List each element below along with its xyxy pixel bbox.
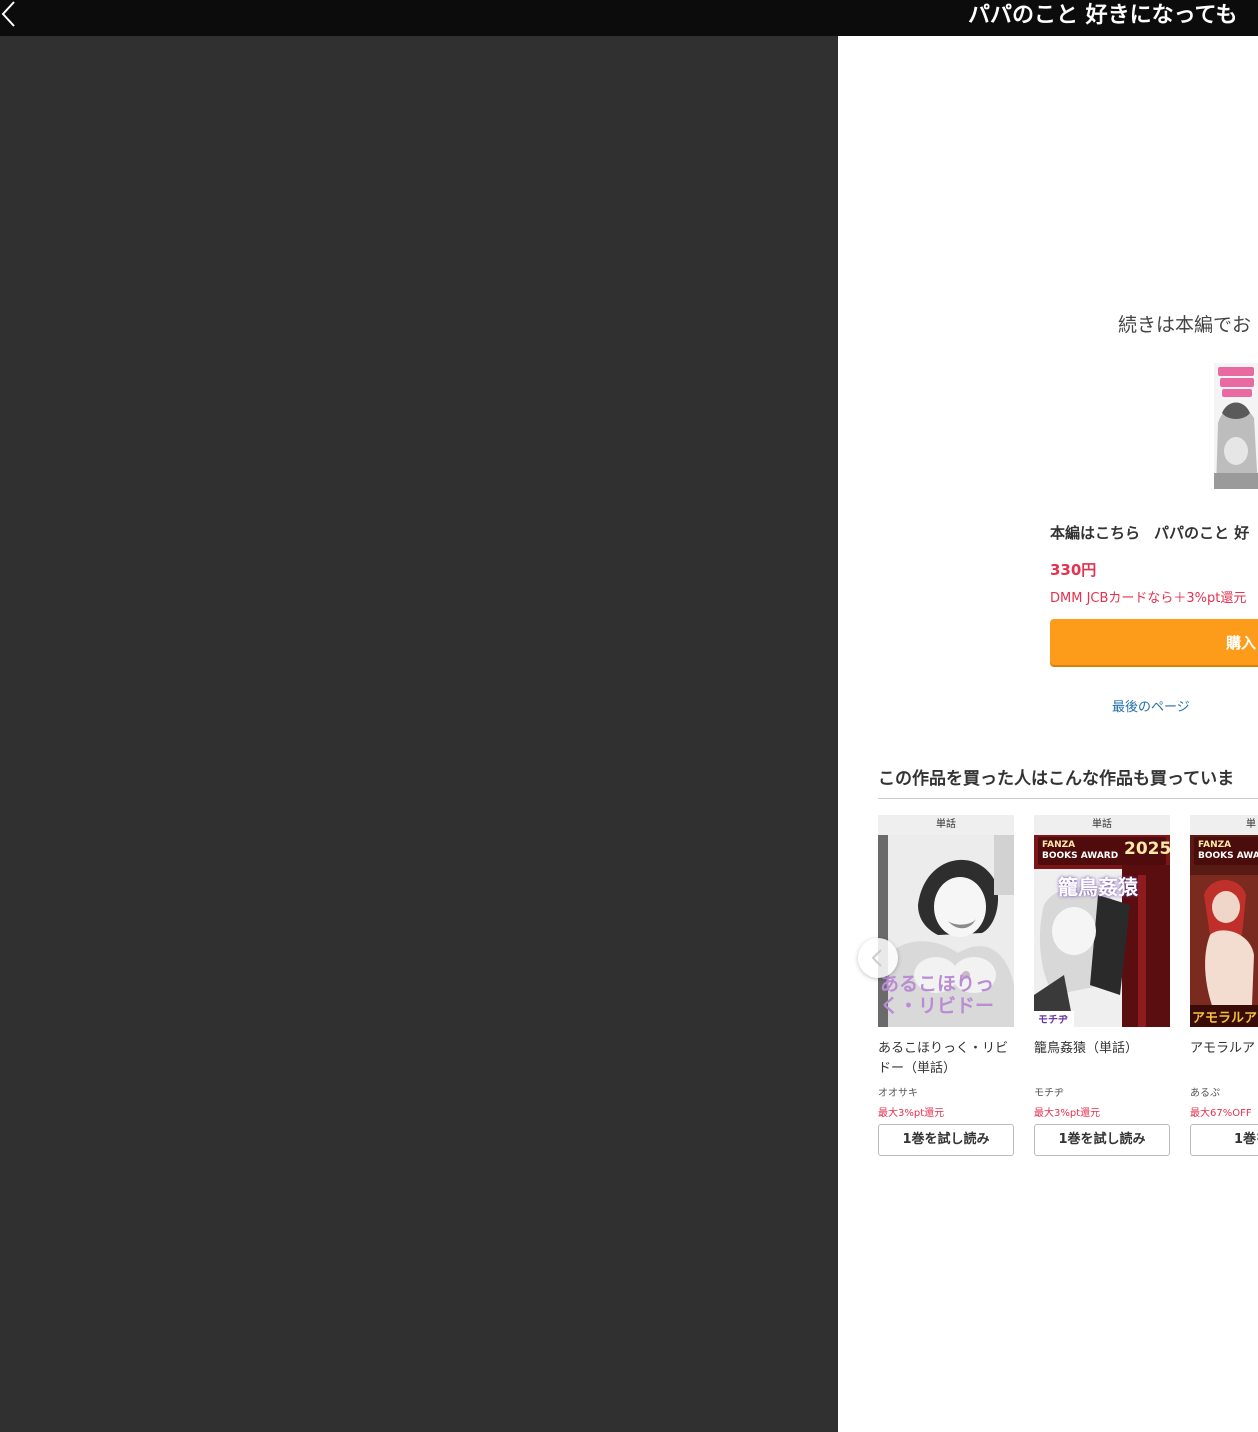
trial-read-button[interactable]: 1巻を試し読み (878, 1124, 1014, 1156)
trial-read-button[interactable]: 1巻を試 (1190, 1124, 1258, 1156)
card-cover-image[interactable]: FANZA BOOKS AWAR アモラルア (1190, 835, 1258, 1027)
award-badge-name: BOOKS AWAR (1198, 851, 1258, 861)
campaign-text: DMM JCBカードなら＋3%pt還元 (1050, 591, 1247, 606)
viewer-title: パパのこと 好きになっても (968, 3, 1238, 28)
card-title[interactable]: アモラルア（単話） (1190, 1039, 1258, 1079)
card-cover-title: あるこほりっく・リビドー (880, 973, 995, 1017)
continue-message: 続きは本編でお (1118, 314, 1252, 336)
award-badge: FANZA BOOKS AWAR (1194, 837, 1258, 865)
buy-button[interactable]: 購入 (1050, 619, 1258, 665)
buy-button-label: 購入 (1226, 634, 1257, 652)
recommendation-card[interactable]: 単話 あるこほりっく・リビドー あるこほりっく・リビドー（単話） オオサキ 最大… (878, 815, 1014, 1156)
card-campaign: 最大3%pt還元 (878, 1108, 945, 1119)
card-author[interactable]: オオサキ (878, 1084, 1014, 1100)
award-badge-name: BOOKS AWARD (1042, 851, 1119, 861)
recommendations-divider (878, 798, 1258, 799)
last-page-panel: 続きは本編でお 本編はこちら パパのこと 好 330円 DMM JCBカードなら＋… (838, 36, 1258, 1432)
viewer-page-area[interactable] (0, 36, 838, 1432)
chevron-left-icon (871, 949, 882, 967)
card-type-label: 単 (1190, 815, 1258, 835)
card-cover-title: アモラルア (1192, 1011, 1258, 1026)
product-title-prefix: 本編はこちら (1050, 524, 1141, 542)
award-badge: FANZA BOOKS AWARD 2025 (1038, 837, 1170, 865)
card-cover-title: 籠鳥姦猿 (1058, 875, 1138, 899)
trial-read-button[interactable]: 1巻を試し読み (1034, 1124, 1170, 1156)
card-cover-author: モチヂ (1038, 1015, 1068, 1026)
card-type-label: 単話 (1034, 815, 1170, 835)
card-author[interactable]: モチヂ (1034, 1084, 1170, 1100)
card-type-label: 単話 (878, 815, 1014, 835)
last-page-link[interactable]: 最後のページ (1112, 696, 1190, 715)
card-campaign: 最大67%OFF (1190, 1108, 1252, 1119)
award-badge-year: 2025 (1124, 839, 1170, 859)
recommendation-card[interactable]: 単 FANZA BOOKS AWAR アモラルア アモラルア（単話） あるぷ 最… (1190, 815, 1258, 1156)
award-badge-brand: FANZA (1042, 840, 1076, 850)
card-cover-image[interactable]: FANZA BOOKS AWARD 2025 籠鳥姦猿 モチヂ (1034, 835, 1170, 1027)
card-title[interactable]: 籠鳥姦猿（単話） (1034, 1039, 1170, 1079)
recommendation-card[interactable]: 単話 FANZA BOOKS AWARD 2025 籠鳥姦猿 モチヂ 籠鳥姦猿（… (1034, 815, 1170, 1156)
product-title[interactable]: 本編はこちら パパのこと 好 (1050, 522, 1249, 543)
product-title-text: パパのこと 好 (1154, 524, 1250, 542)
card-author[interactable]: あるぷ (1190, 1084, 1258, 1100)
card-campaign: 最大3%pt還元 (1034, 1108, 1101, 1119)
carousel-prev-button[interactable] (858, 938, 898, 978)
award-badge-brand: FANZA (1198, 840, 1232, 850)
recommendations-heading: この作品を買った人はこんな作品も買っていま (878, 769, 1235, 789)
product-price: 330円 (1050, 561, 1097, 579)
viewer-top-bar: パパのこと 好きになっても (0, 0, 1258, 36)
chevron-left-icon (1, 1, 15, 27)
card-cover-image[interactable]: あるこほりっく・リビドー (878, 835, 1014, 1027)
card-title[interactable]: あるこほりっく・リビドー（単話） (878, 1039, 1014, 1079)
back-button[interactable] (0, 0, 24, 30)
product-cover-image[interactable] (1214, 363, 1258, 489)
